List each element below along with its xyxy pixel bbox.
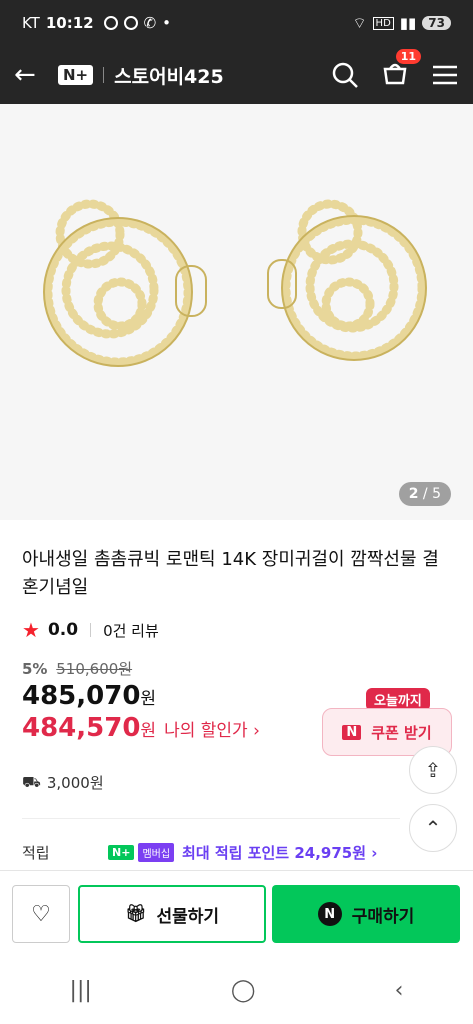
menu-icon[interactable] xyxy=(431,61,459,89)
dot-icon: • xyxy=(162,14,172,32)
points-label: 적립 xyxy=(22,844,50,862)
product-title: 아내생일 촘촘큐빅 로맨틱 14K 장미귀걸이 깜짝선물 결혼기념일 xyxy=(22,549,439,598)
points-row[interactable]: 적립 N+ 멤버십 최대 적립 포인트 24,975원 › xyxy=(22,842,422,863)
system-nav-bar: ||| ◯ ‹ xyxy=(0,956,473,1024)
buy-button[interactable]: N 구매하기 xyxy=(272,885,460,943)
back-arrow-icon[interactable]: ← xyxy=(14,60,48,90)
shipping-fee: ⛟ 3,000원 xyxy=(22,772,104,793)
discount-percent: 5% xyxy=(22,660,48,678)
chevron-up-icon: ⌃ xyxy=(424,816,442,840)
review-count[interactable]: 0건 리뷰 xyxy=(103,620,159,641)
image-counter: 2 / 5 xyxy=(398,482,451,506)
naver-pay-icon: N xyxy=(317,902,342,926)
cart-count-badge: 11 xyxy=(395,49,421,64)
divider xyxy=(103,67,105,83)
heart-check-icon: ♡ xyxy=(31,901,51,927)
app-bar: ← N+ 스토어비425 11 xyxy=(0,46,473,104)
naver-plus-badge[interactable]: N+ xyxy=(58,65,94,85)
call-icon: ✆ xyxy=(143,14,157,32)
product-image-gallery[interactable]: 2 / 5 xyxy=(0,104,473,520)
store-name[interactable]: 스토어비425 xyxy=(114,62,224,89)
status-bar: KT 10:12 ✆ • ⌔ HD ▮▮ 73 xyxy=(0,0,473,46)
search-icon[interactable] xyxy=(331,61,359,89)
gift-icon: 🎁︎ xyxy=(124,904,147,924)
carrier: KT xyxy=(22,14,40,32)
naver-plus-badge-small: N+ xyxy=(108,845,135,860)
hd-icon: HD xyxy=(372,16,394,30)
home-icon[interactable]: ◯ xyxy=(231,978,256,1003)
share-button[interactable]: ⇪ xyxy=(409,746,457,794)
wifi-icon: ⌔ xyxy=(352,13,367,32)
wishlist-button[interactable]: ♡ xyxy=(12,885,70,943)
clock: 10:12 xyxy=(45,14,94,32)
rose-earrings-image xyxy=(43,199,427,367)
recent-apps-icon[interactable]: ||| xyxy=(70,978,92,1003)
bottom-action-bar: ♡ 🎁︎ 선물하기 N 구매하기 xyxy=(0,870,473,956)
back-icon[interactable]: ‹ xyxy=(395,978,404,1003)
cart-button[interactable]: 11 xyxy=(381,49,421,91)
star-icon: ★ xyxy=(22,618,40,642)
signal-icon: ▮▮ xyxy=(399,14,417,32)
share-icon: ⇪ xyxy=(424,758,442,782)
rating-row: ★ 0.0 0건 리뷰 xyxy=(22,618,452,642)
membership-badge: 멤버십 xyxy=(138,843,175,862)
truck-icon: ⛟ xyxy=(22,772,41,791)
original-price: 510,600원 xyxy=(56,660,133,678)
battery-indicator: 73 xyxy=(422,16,451,30)
c-app-icon xyxy=(123,16,138,30)
max-points-text: 최대 적립 포인트 24,975원 › xyxy=(182,844,378,862)
instagram-icon xyxy=(103,16,118,30)
rating-score: 0.0 xyxy=(47,620,79,640)
gift-button[interactable]: 🎁︎ 선물하기 xyxy=(78,885,266,943)
section-divider xyxy=(22,818,400,819)
discount-row: 5% 510,600원 xyxy=(22,658,452,679)
n-logo-icon: N xyxy=(342,724,362,740)
